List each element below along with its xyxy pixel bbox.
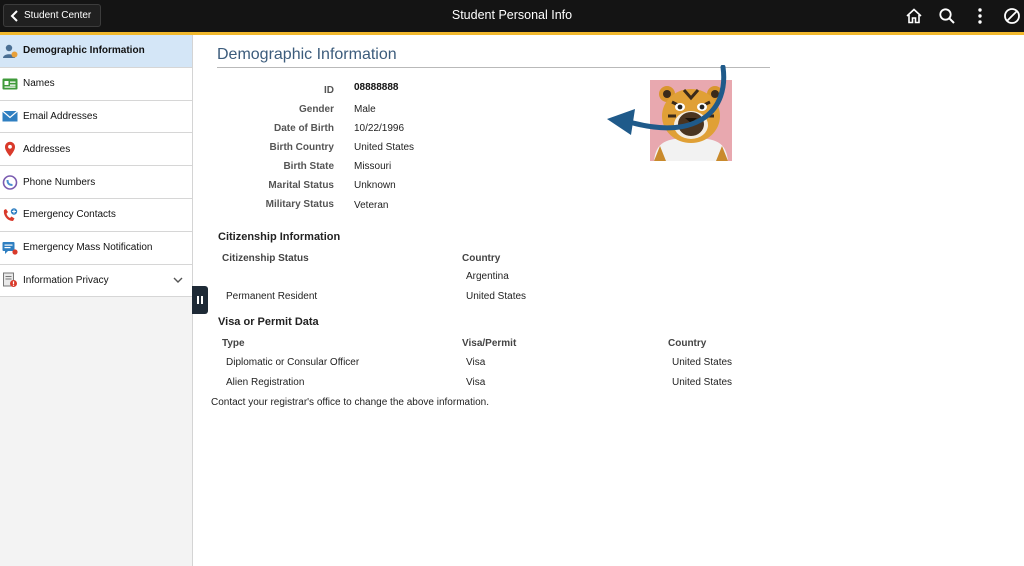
sidebar-item-information-privacy[interactable]: Information Privacy	[0, 264, 192, 298]
sidebar-item-email-addresses[interactable]: Email Addresses	[0, 100, 192, 134]
sidebar-item-emergency-contacts[interactable]: Emergency Contacts	[0, 198, 192, 232]
registrar-note: Contact your registrar's office to chang…	[211, 397, 489, 408]
map-pin-icon	[5, 142, 16, 157]
citizenship-status-cell: Permanent Resident	[226, 291, 318, 302]
page-title: Demographic Information	[217, 46, 397, 63]
visa-type-cell: Alien Registration	[226, 377, 305, 388]
birth-state-label: Birth State	[283, 161, 334, 172]
no-symbol-icon[interactable]	[1002, 6, 1022, 26]
gender-value: Male	[354, 104, 376, 115]
birth-country-label: Birth Country	[269, 142, 334, 153]
privacy-doc-icon	[3, 272, 17, 288]
date-of-birth-value: 10/22/1996	[354, 123, 405, 134]
sidebar-item-names[interactable]: Names	[0, 67, 192, 101]
id-value: 08888888	[354, 82, 399, 93]
visa-permit-cell: Visa	[466, 377, 486, 388]
sidebar-item-label: Names	[23, 78, 55, 90]
sidebar-item-label: Phone Numbers	[23, 176, 96, 188]
military-status-label: Military Status	[265, 199, 334, 210]
visa-section-title: Visa or Permit Data	[218, 316, 319, 328]
sidebar: Demographic Information Names Email Addr…	[0, 35, 193, 566]
id-card-icon	[2, 78, 18, 90]
annotation-arrow-icon	[607, 65, 727, 135]
main-content: Demographic Information ID 08888888 Gend…	[193, 35, 1024, 566]
sidebar-item-label: Emergency Contacts	[23, 209, 116, 221]
citizenship-status-column-header: Citizenship Status	[222, 253, 309, 264]
marital-status-label: Marital Status	[268, 180, 334, 191]
home-icon[interactable]	[904, 6, 924, 26]
visa-country-column-header: Country	[668, 338, 707, 349]
visa-permit-cell: Visa	[466, 357, 486, 368]
chevron-down-icon[interactable]	[173, 276, 183, 284]
visa-type-cell: Diplomatic or Consular Officer	[226, 357, 360, 368]
birth-state-value: Missouri	[354, 161, 392, 172]
page-header-title: Student Personal Info	[451, 8, 573, 22]
sidebar-item-emergency-mass-notification[interactable]: Emergency Mass Notification	[0, 231, 192, 265]
phone-icon	[2, 175, 18, 190]
citizenship-country-cell: United States	[466, 291, 527, 302]
sidebar-item-label: Demographic Information	[23, 45, 145, 57]
sidebar-item-addresses[interactable]: Addresses	[0, 133, 192, 167]
birth-country-value: United States	[354, 142, 415, 153]
more-vertical-icon[interactable]	[970, 6, 990, 26]
citizenship-country-cell: Argentina	[466, 271, 509, 282]
emergency-phone-icon	[3, 208, 18, 221]
sidebar-item-label: Email Addresses	[23, 110, 98, 122]
sidebar-item-label: Emergency Mass Notification	[23, 242, 153, 254]
chat-icon	[2, 241, 18, 255]
citizenship-country-column-header: Country	[462, 253, 501, 264]
visa-permit-column-header: Visa/Permit	[462, 338, 517, 349]
date-of-birth-label: Date of Birth	[274, 123, 334, 134]
citizenship-section-title: Citizenship Information	[218, 231, 341, 243]
military-status-value: Veteran	[354, 200, 389, 211]
sidebar-item-phone-numbers[interactable]: Phone Numbers	[0, 166, 192, 199]
gender-label: Gender	[298, 104, 334, 115]
marital-status-value: Unknown	[354, 180, 396, 191]
id-label: ID	[324, 85, 334, 96]
sidebar-item-label: Information Privacy	[23, 274, 109, 286]
visa-country-cell: United States	[672, 377, 733, 388]
person-icon	[3, 44, 18, 58]
sidebar-item-label: Addresses	[23, 143, 71, 155]
visa-country-cell: United States	[672, 357, 733, 368]
visa-type-column-header: Type	[222, 338, 245, 349]
search-icon[interactable]	[937, 6, 957, 26]
top-banner: Student Center Student Personal Info	[0, 0, 1024, 32]
envelope-icon	[2, 111, 18, 122]
sidebar-item-demographic-information[interactable]: Demographic Information	[0, 35, 192, 68]
